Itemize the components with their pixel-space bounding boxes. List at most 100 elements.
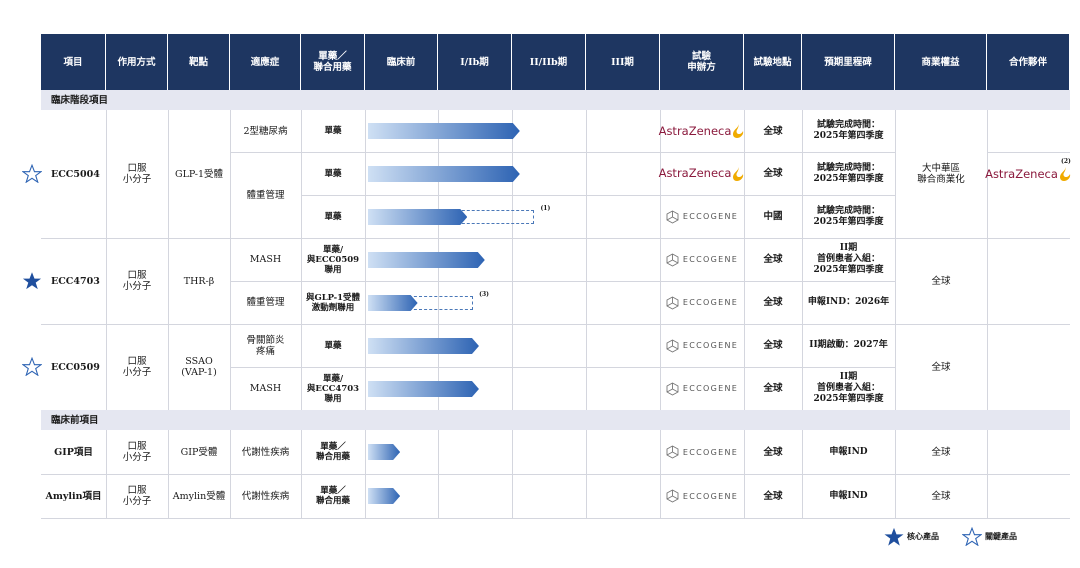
program-commercial-3-text: 全球 (931, 446, 951, 458)
program-moa-4: 口服 小分子 (106, 474, 168, 518)
header-col-9-text: 試驗 申辦方 (687, 51, 716, 73)
program-commercial-1: 全球 (895, 238, 987, 324)
program-name-3-text: GIP項目 (54, 446, 93, 458)
program-moa-3: 口服 小分子 (106, 430, 168, 474)
row-location-7: 全球 (744, 430, 802, 474)
row-location-4-text: 全球 (763, 297, 783, 308)
header-col-2: 靶點 (168, 34, 230, 90)
header-col-13: 合作夥伴 (987, 34, 1070, 90)
row-milestone-5-text: II期啟動：2027年 (809, 340, 888, 350)
row-sponsor-logo-8: ECCOGENE (666, 489, 738, 503)
row-milestone-2-text: 試驗完成時間： 2025年第四季度 (813, 205, 884, 227)
row-regimen-7: 單藥／ 聯合用藥 (301, 430, 365, 474)
progress-bar-4 (368, 294, 418, 311)
program-target-3: GIP受體 (168, 430, 230, 474)
col-divider-pre-12 (987, 430, 988, 518)
eccogene-hexagon-icon (666, 381, 679, 396)
row-location-1-text: 全球 (763, 168, 783, 179)
pipeline-table: 項目 作用方式 靶點 適應症 單藥／ 聯合用藥 臨床前 I/Ib期 II/IIb期 III期 試驗… (22, 34, 1071, 519)
row-indication-1-text: 體重管理 (246, 189, 285, 201)
row-milestone-7: 申報IND (802, 430, 895, 474)
row-location-4: 全球 (744, 281, 802, 324)
header-col-3: 適應症 (230, 34, 301, 90)
header-col-11: 預期里程碑 (802, 34, 895, 90)
row-sponsor-logo-1-text: AstraZeneca (658, 166, 732, 180)
eccogene-hexagon-icon (666, 489, 679, 503)
header-col-6-text: I/Ib期 (460, 56, 489, 68)
row-milestone-1-text: 試驗完成時間： 2025年第四季度 (813, 162, 884, 184)
row-location-8-text: 全球 (763, 490, 783, 502)
row-sponsor-logo-2: ECCOGENE (666, 209, 738, 224)
row-location-3-text: 全球 (763, 254, 783, 265)
header-col-7: II/IIb期 (512, 34, 586, 90)
row-regimen-5: 單藥 (301, 324, 365, 367)
header-col-5: 臨床前 (365, 34, 438, 90)
row-note-4: (3) (479, 290, 489, 298)
header-col-6: I/Ib期 (438, 34, 512, 90)
col-divider-clin-4 (365, 110, 366, 410)
program-target-0: GLP-1受體 (168, 110, 230, 238)
header-col-5-text: 臨床前 (386, 56, 416, 68)
row-regimen-4: 與GLP-1受體 激動劑聯用 (301, 281, 365, 324)
program-name-3: GIP項目 (41, 430, 106, 474)
row-sponsor-logo-0: AstraZeneca (659, 123, 746, 139)
progress-bar-0 (368, 123, 520, 139)
row-sponsor-5: ECCOGENE (660, 324, 744, 367)
row-regimen-1-text: 單藥 (324, 168, 342, 179)
progress-bar-3 (368, 251, 485, 268)
row-sponsor-logo-0-text: AstraZeneca (658, 123, 732, 138)
outline-star-icon (962, 527, 982, 546)
row-location-5-text: 全球 (763, 340, 783, 351)
row-indication-6-text: MASH (249, 383, 282, 394)
program-name-0: ECC5004 (22, 110, 106, 238)
legend-core-label: 核心產品 (907, 531, 939, 541)
col-divider-pre-5 (438, 430, 439, 518)
col-divider-clin-6 (512, 110, 513, 410)
row-sponsor-logo-1: AstraZeneca (659, 166, 746, 182)
row-milestone-0-text: 試驗完成時間： 2025年第四季度 (813, 120, 884, 141)
header-col-0: 項目 (41, 34, 106, 90)
section-preclinical: 臨床前項目 (41, 410, 1070, 430)
row-sponsor-logo-3: ECCOGENE (666, 252, 738, 267)
row-milestone-3-text: II期 首例患者入組： 2025年第四季度 (813, 243, 884, 275)
partner-note: (2) (1061, 158, 1071, 165)
legend-key: 關鍵產品 (962, 527, 1017, 546)
row-sponsor-3: ECCOGENE (660, 238, 744, 281)
row-milestone-4: 申報IND：2026年 (802, 281, 895, 324)
header-col-1-text: 作用方式 (117, 56, 156, 68)
section-clinical: 臨床階段項目 (41, 90, 1070, 110)
row-indication-4: 體重管理 (230, 281, 301, 324)
header-col-9: 試驗 申辦方 (660, 34, 744, 90)
row-milestone-8-text: 申報IND (829, 490, 868, 501)
row-sponsor-2: ECCOGENE (660, 195, 744, 238)
row-location-8: 全球 (744, 474, 802, 518)
row-sponsor-logo-4: ECCOGENE (666, 295, 738, 310)
header-col-4-text: 單藥／ 聯合用藥 (313, 51, 352, 73)
row-regimen-0-text: 單藥 (324, 126, 342, 136)
program-commercial-4-text: 全球 (931, 490, 951, 502)
row-indication-6: MASH (230, 367, 301, 410)
row-milestone-6-text: II期 首例患者入組： 2025年第四季度 (813, 372, 884, 404)
row-milestone-1: 試驗完成時間： 2025年第四季度 (802, 152, 895, 195)
eccogene-hexagon-icon (666, 209, 679, 224)
section-clinical-text: 臨床階段項目 (51, 94, 109, 106)
header-col-12-text: 商業權益 (921, 56, 960, 68)
row-regimen-8-text: 單藥／ 聯合用藥 (315, 486, 350, 506)
progress-bar-2 (368, 208, 468, 225)
col-divider-pre-7 (586, 430, 587, 518)
row-milestone-2: 試驗完成時間： 2025年第四季度 (802, 195, 895, 238)
program-target-4: Amylin受體 (168, 474, 230, 518)
row-sponsor-8: ECCOGENE (660, 474, 744, 518)
core-product-star-icon (22, 272, 42, 290)
solid-star-icon (884, 527, 904, 546)
row-sponsor-6: ECCOGENE (660, 367, 744, 410)
partner-az-logo-text: AstraZeneca (985, 166, 1058, 181)
program-commercial-2: 全球 (895, 324, 987, 410)
row-milestone-6: II期 首例患者入組： 2025年第四季度 (802, 367, 895, 410)
row-indication-1: 體重管理 (230, 152, 301, 238)
program-name-1: ECC4703 (22, 238, 106, 324)
program-name-4: Amylin項目 (41, 474, 106, 518)
progress-bar-8 (368, 488, 401, 504)
row-sponsor-7: ECCOGENE (660, 430, 744, 474)
row-location-6-text: 全球 (763, 383, 783, 394)
